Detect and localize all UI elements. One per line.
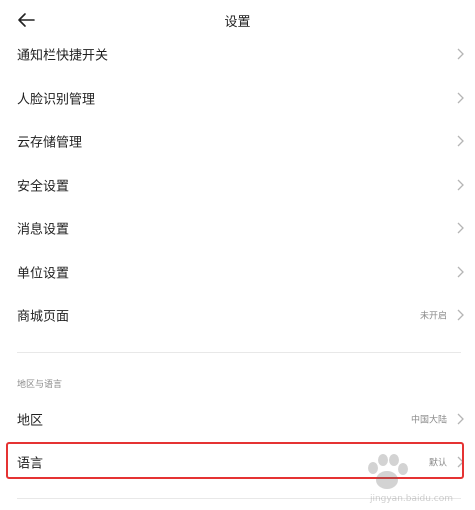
setting-row-units[interactable]: 单位设置 bbox=[0, 252, 475, 292]
setting-row-store-page[interactable]: 商城页面 未开启 bbox=[0, 295, 475, 335]
setting-label: 安全设置 bbox=[17, 179, 70, 195]
page-title: 设置 bbox=[224, 15, 251, 30]
chevron-right-icon bbox=[457, 135, 464, 147]
section-title: 地区与语言 bbox=[17, 380, 63, 390]
setting-label: 消息设置 bbox=[17, 222, 70, 238]
setting-label: 单位设置 bbox=[17, 266, 70, 282]
setting-label: 商城页面 bbox=[17, 309, 70, 325]
chevron-right-icon bbox=[457, 413, 464, 425]
paw-logo-icon bbox=[368, 454, 408, 489]
baidu-watermark: jingyan.baidu.com bbox=[355, 452, 453, 504]
setting-row-security[interactable]: 安全设置 bbox=[0, 165, 475, 205]
setting-value: 中国大陆 bbox=[410, 415, 447, 426]
chevron-right-icon bbox=[457, 92, 464, 104]
setting-row-face-recognition[interactable]: 人脸识别管理 bbox=[0, 78, 475, 118]
setting-row-cloud-storage[interactable]: 云存储管理 bbox=[0, 121, 475, 161]
chevron-right-icon bbox=[457, 266, 464, 278]
watermark-text: jingyan.baidu.com bbox=[369, 494, 453, 504]
setting-label: 人脸识别管理 bbox=[17, 92, 96, 108]
chevron-right-icon bbox=[457, 222, 464, 234]
setting-label: 通知栏快捷开关 bbox=[17, 48, 109, 64]
chevron-right-icon bbox=[457, 179, 464, 191]
setting-row-notification-shortcuts[interactable]: 通知栏快捷开关 bbox=[0, 34, 475, 74]
section-divider bbox=[17, 352, 461, 353]
setting-label: 云存储管理 bbox=[17, 135, 83, 151]
setting-value: 未开启 bbox=[419, 311, 447, 322]
setting-row-messages[interactable]: 消息设置 bbox=[0, 208, 475, 248]
chevron-right-icon bbox=[457, 48, 464, 60]
setting-label: 地区 bbox=[17, 413, 44, 429]
setting-row-region[interactable]: 地区 中国大陆 bbox=[0, 399, 475, 439]
chevron-right-icon bbox=[457, 309, 464, 321]
